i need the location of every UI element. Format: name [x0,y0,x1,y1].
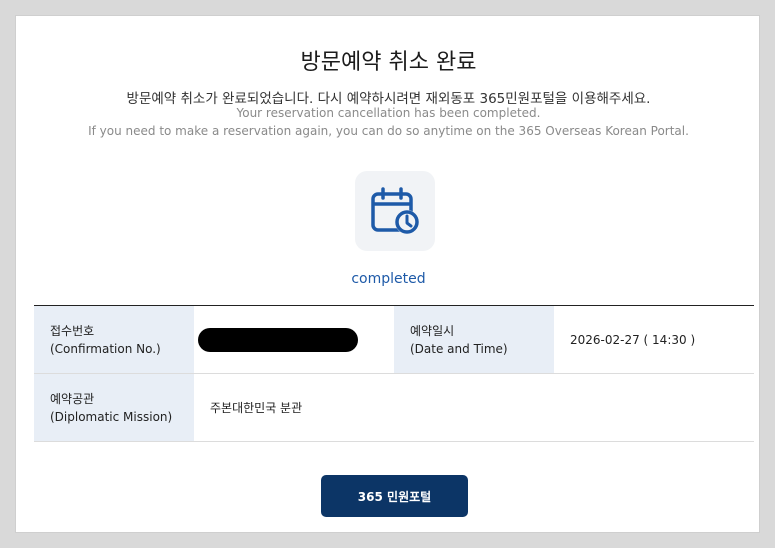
reservation-details-table: 접수번호 (Confirmation No.) 예약일시 (Date and T… [34,305,754,442]
confirmation-label-ko: 접수번호 [50,323,95,338]
message-english-line-2: If you need to make a reservation again,… [88,124,689,138]
table-row: 예약공관 (Diplomatic Mission) 주본대한민국 분관 [34,374,754,442]
message-korean: 방문예약 취소가 완료되었습니다. 다시 예약하시려면 재외동포 365민원포털… [126,91,651,107]
datetime-label-en: (Date and Time) [410,341,508,356]
calendar-clock-icon [371,187,419,234]
datetime-label-ko: 예약일시 [410,323,455,338]
confirmation-value [194,306,394,373]
table-row: 접수번호 (Confirmation No.) 예약일시 (Date and T… [34,306,754,374]
status-text: completed [351,271,426,287]
mission-label-en: (Diplomatic Mission) [50,409,173,424]
cancellation-complete-card: 방문예약 취소 완료 방문예약 취소가 완료되었습니다. 다시 예약하시려면 재… [15,15,760,533]
mission-label-ko: 예약공관 [50,391,95,406]
mission-value: 주본대한민국 분관 [210,401,303,415]
confirmation-label: 접수번호 (Confirmation No.) [34,306,194,373]
datetime-label: 예약일시 (Date and Time) [394,306,554,373]
message-english-line-1: Your reservation cancellation has been c… [236,106,541,120]
page-title: 방문예약 취소 완료 [300,50,477,75]
confirmation-label-en: (Confirmation No.) [50,341,161,356]
status-icon-box [355,171,435,251]
datetime-value: 2026-02-27 ( 14:30 ) [570,332,696,347]
redaction-mark [198,327,358,352]
portal-button[interactable]: 365 민원포털 [321,475,468,517]
mission-label: 예약공관 (Diplomatic Mission) [34,374,194,441]
